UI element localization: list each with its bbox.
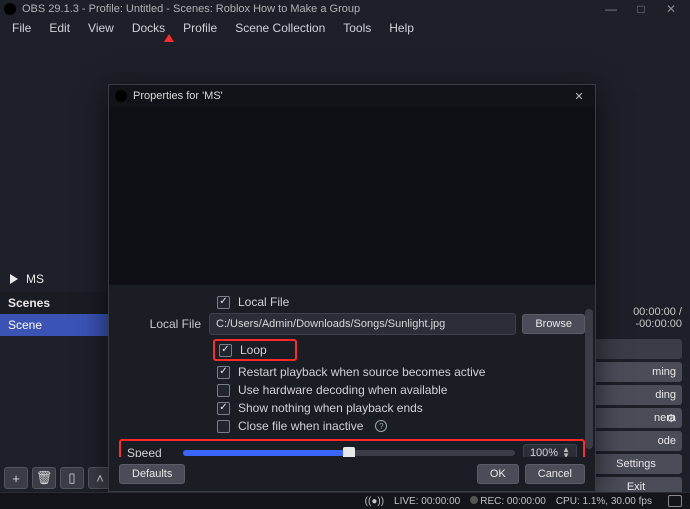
remove-button[interactable]: 🗑	[32, 467, 56, 489]
hw-decode-checkbox[interactable]: Use hardware decoding when available	[119, 383, 447, 397]
controls-button[interactable]: ode	[590, 431, 682, 451]
window-title: OBS 29.1.3 - Profile: Untitled - Scenes:…	[22, 3, 360, 15]
menu-bar: File Edit View Docks Profile Scene Colle…	[0, 18, 690, 38]
help-icon[interactable]: ?	[375, 420, 387, 432]
settings-button[interactable]: Settings	[590, 454, 682, 474]
controls-button[interactable]: ming	[590, 362, 682, 382]
menu-help[interactable]: Help	[383, 19, 420, 37]
properties-dialog: Properties for 'MS' ✕ Local File Local F…	[108, 84, 596, 492]
play-icon	[10, 274, 18, 284]
speed-slider[interactable]	[183, 450, 515, 456]
titlebar: OBS 29.1.3 - Profile: Untitled - Scenes:…	[0, 0, 690, 18]
menu-edit[interactable]: Edit	[43, 19, 76, 37]
close-button[interactable]: ✕	[656, 2, 686, 16]
sources-item-label: MS	[26, 272, 44, 286]
scrollbar[interactable]	[585, 309, 593, 449]
menu-scene-collection[interactable]: Scene Collection	[229, 19, 331, 37]
scenes-header: Scenes	[0, 292, 116, 314]
checkbox-label: Use hardware decoding when available	[238, 383, 447, 397]
checkbox-label: Close file when inactive	[238, 419, 363, 433]
speed-value-stepper[interactable]: 100% ▲▼	[523, 444, 577, 457]
source-preview	[109, 107, 595, 285]
dock-icon[interactable]	[668, 495, 682, 507]
checkbox-label: Show nothing when playback ends	[238, 401, 423, 415]
gear-icon[interactable]: ⚙	[666, 412, 676, 425]
dialog-close-button[interactable]: ✕	[569, 90, 589, 103]
status-rec: REC: 00:00:00	[480, 496, 546, 507]
menu-view[interactable]: View	[82, 19, 120, 37]
dialog-titlebar[interactable]: Properties for 'MS' ✕	[109, 85, 595, 107]
checkbox-icon	[217, 420, 230, 433]
checkbox-icon	[219, 344, 232, 357]
controls-button[interactable]: nera⚙	[590, 408, 682, 428]
status-bar: ((●)) LIVE: 00:00:00 REC: 00:00:00 CPU: …	[0, 492, 690, 509]
cancel-button[interactable]: Cancel	[525, 464, 585, 484]
status-cpu: CPU: 1.1%, 30.00 fps	[556, 496, 652, 507]
filter-button[interactable]: ▯	[60, 467, 84, 489]
minimize-button[interactable]: —	[596, 2, 626, 16]
speed-row: Speed 100% ▲▼	[119, 439, 585, 457]
show-nothing-checkbox[interactable]: Show nothing when playback ends	[119, 401, 423, 415]
local-file-label: Local File	[119, 317, 209, 331]
chevron-down-icon[interactable]: ▼	[562, 453, 570, 457]
controls-button[interactable]	[590, 339, 682, 359]
checkbox-label: Restart playback when source becomes act…	[238, 365, 485, 379]
scene-item[interactable]: Scene	[0, 314, 116, 336]
sources-item[interactable]: MS	[0, 266, 116, 292]
checkbox-icon	[217, 384, 230, 397]
obs-icon	[115, 90, 127, 102]
ok-button[interactable]: OK	[477, 464, 519, 484]
browse-button[interactable]: Browse	[522, 314, 585, 334]
speed-value: 100%	[530, 447, 558, 457]
menu-profile[interactable]: Profile	[177, 19, 223, 37]
menu-file[interactable]: File	[6, 19, 37, 37]
local-file-checkbox[interactable]: Local File	[119, 295, 289, 309]
signal-icon: ((●))	[365, 496, 384, 507]
rec-dot-icon	[470, 496, 478, 504]
checkbox-icon	[217, 402, 230, 415]
local-file-input[interactable]	[209, 313, 516, 335]
restart-checkbox[interactable]: Restart playback when source becomes act…	[119, 365, 485, 379]
loop-checkbox[interactable]: Loop	[213, 339, 297, 361]
dialog-title: Properties for 'MS'	[133, 90, 223, 102]
slider-thumb-icon[interactable]	[343, 447, 355, 457]
speed-label: Speed	[127, 446, 175, 457]
status-live: LIVE: 00:00:00	[394, 496, 460, 507]
add-button[interactable]: +	[4, 467, 28, 489]
controls-button[interactable]: ding	[590, 385, 682, 405]
checkbox-icon	[217, 366, 230, 379]
checkbox-label: Local File	[238, 295, 289, 309]
defaults-button[interactable]: Defaults	[119, 464, 185, 484]
checkbox-label: Loop	[240, 343, 267, 357]
close-file-checkbox[interactable]: Close file when inactive?	[119, 419, 387, 433]
checkbox-icon	[217, 296, 230, 309]
menu-tools[interactable]: Tools	[337, 19, 377, 37]
duration-display: 00:00:00 / -00:00:00	[590, 306, 682, 336]
maximize-button[interactable]: □	[626, 2, 656, 16]
app-logo-icon	[4, 3, 16, 15]
